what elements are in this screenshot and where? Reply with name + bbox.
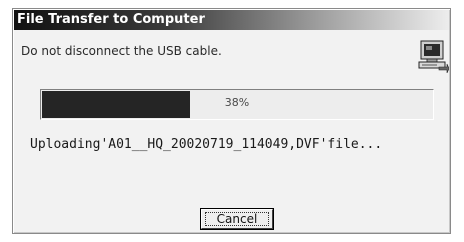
cancel-button[interactable]: Cancel (201, 209, 273, 229)
progress-percent-label: 38% (224, 96, 250, 109)
dialog-title: File Transfer to Computer (17, 12, 205, 27)
cancel-button-label: Cancel (216, 212, 258, 226)
computer-transfer-icon (418, 40, 449, 73)
file-transfer-dialog: File Transfer to Computer Do not disconn… (12, 8, 451, 234)
upload-status-text: Uploading'A01__HQ_20020719_114049,DVF'fi… (30, 137, 383, 152)
usb-warning-message: Do not disconnect the USB cable. (21, 44, 222, 58)
title-bar[interactable]: File Transfer to Computer (14, 10, 449, 30)
progress-bar: 38% (40, 89, 434, 120)
